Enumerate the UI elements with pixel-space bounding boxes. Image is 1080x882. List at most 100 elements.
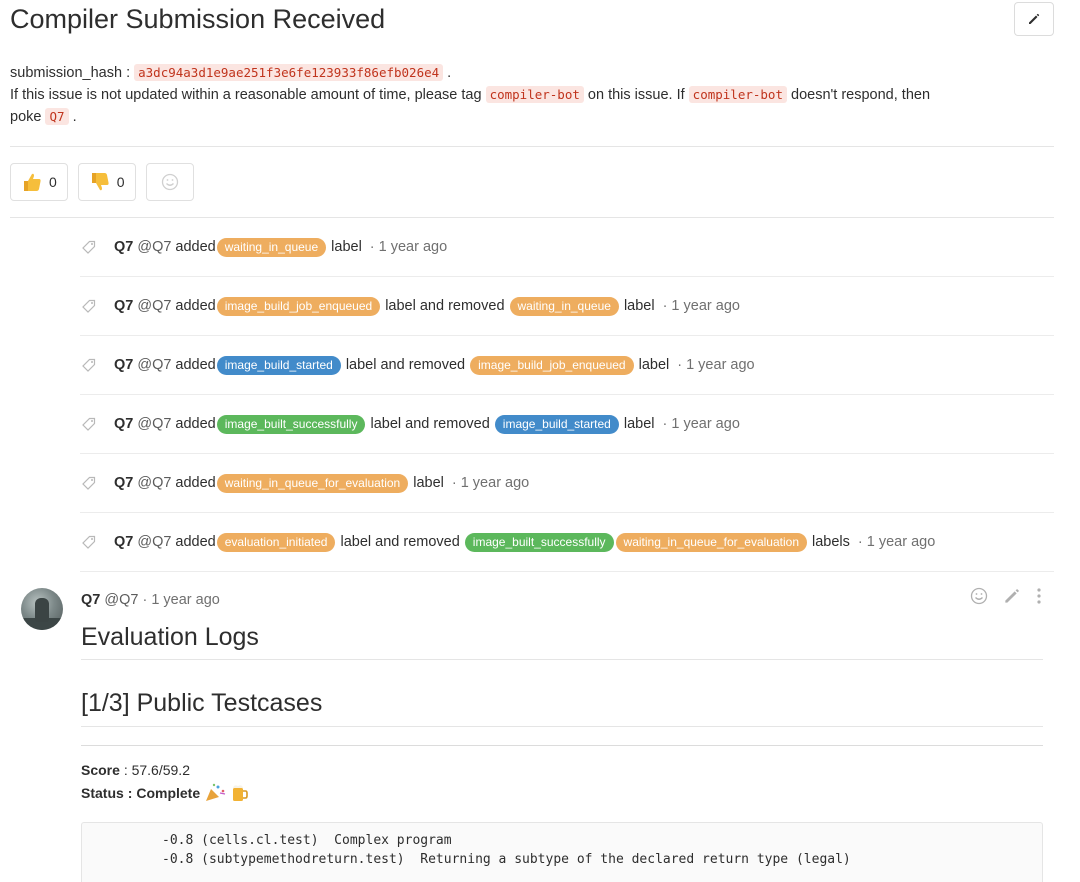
issue-title: Compiler Submission Received xyxy=(10,4,386,34)
note-suffix: labels xyxy=(812,534,850,550)
label-badge[interactable]: image_built_successfully xyxy=(464,532,614,552)
tag-icon xyxy=(82,476,96,490)
label-badge[interactable]: image_build_job_enqueued xyxy=(216,296,381,316)
divider xyxy=(81,659,1043,660)
note-author[interactable]: Q7 xyxy=(114,239,133,255)
thumbs-up-award[interactable]: 0 xyxy=(10,163,68,201)
status-label: Status xyxy=(81,785,124,801)
note-author[interactable]: Q7 xyxy=(114,357,133,373)
note-verb: added xyxy=(175,239,216,255)
note-time: · 1 year ago xyxy=(677,357,755,373)
description-text: on this issue. If xyxy=(587,87,685,103)
note-handle[interactable]: @Q7 xyxy=(137,475,171,491)
label-badge[interactable]: image_build_job_enqueued xyxy=(470,355,634,375)
score-label: Score xyxy=(81,762,120,778)
status-value: : Complete xyxy=(127,785,201,801)
award-bar: 0 0 xyxy=(10,163,194,201)
edit-comment-icon[interactable] xyxy=(1004,588,1020,608)
note-author[interactable]: Q7 xyxy=(114,416,133,432)
label-badge[interactable]: image_build_started xyxy=(494,414,619,434)
note-verb: added xyxy=(175,298,216,314)
note-text: label and removed xyxy=(385,298,505,314)
label-badge[interactable]: image_build_started xyxy=(216,355,341,375)
note-handle[interactable]: @Q7 xyxy=(137,239,171,255)
comment-heading: Evaluation Logs xyxy=(81,623,259,651)
description-text: If this issue is not updated within a re… xyxy=(10,87,482,103)
description-text: poke xyxy=(10,109,42,125)
note-time: · 1 year ago xyxy=(857,534,936,550)
comment-subheading: [1/3] Public Testcases xyxy=(81,689,323,717)
label-badge[interactable]: evaluation_initiated xyxy=(216,532,336,552)
note-suffix: label xyxy=(413,475,444,491)
thumbs-up-count: 0 xyxy=(49,174,57,190)
note-time: · 1 year ago xyxy=(369,239,448,255)
note-verb: added xyxy=(175,475,216,491)
note-handle[interactable]: @Q7 xyxy=(137,298,171,314)
bot-tag: compiler-bot xyxy=(485,86,584,103)
thumbs-down-count: 0 xyxy=(116,174,125,190)
add-reaction-icon[interactable] xyxy=(970,587,988,609)
label-badge[interactable]: image_built_successfully xyxy=(216,414,366,434)
system-note: Q7 @Q7 added image_build_started label and … xyxy=(80,336,1054,395)
comment-handle[interactable]: @Q7 xyxy=(104,592,138,608)
thumbs-down-award[interactable]: 0 xyxy=(77,163,136,201)
note-verb: added xyxy=(175,357,216,373)
note-suffix: label xyxy=(623,416,655,432)
log-output: -0.8 (cells.cl.test) Complex program -0.8… xyxy=(81,822,1043,882)
note-suffix: label xyxy=(638,357,670,373)
score-value: : 57.6/59.2 xyxy=(123,762,190,778)
system-note: Q7 @Q7 added image_build_job_enqueued label… xyxy=(80,277,1054,336)
smiley-icon xyxy=(161,173,178,191)
score-line: Score : 57.6/59.2 xyxy=(81,760,190,780)
bot-tag: compiler-bot xyxy=(688,86,787,103)
label-badge[interactable]: waiting_in_queue xyxy=(216,237,327,257)
issue-description: submission_hash : a3dc94a3d1e9ae251f3e6f… xyxy=(10,64,931,125)
add-reaction-button[interactable] xyxy=(145,163,194,201)
tag-icon xyxy=(82,535,96,549)
beer-mug-icon xyxy=(233,785,248,801)
more-actions-icon[interactable] xyxy=(1036,587,1042,609)
note-verb: added xyxy=(175,416,216,432)
divider xyxy=(10,146,1054,147)
note-author[interactable]: Q7 xyxy=(114,534,133,550)
note-handle[interactable]: @Q7 xyxy=(137,357,171,373)
status-line: Status : Complete xyxy=(81,783,248,803)
comment-actions xyxy=(970,587,1042,609)
description-text: doesn't respond, then xyxy=(791,87,931,103)
pencil-icon xyxy=(1029,13,1040,24)
tag-icon xyxy=(82,417,96,431)
label-badge[interactable]: waiting_in_queue_for_evaluation xyxy=(615,532,808,552)
hash-value: a3dc94a3d1e9ae251f3e6fe123933f86efb026e4 xyxy=(134,64,444,81)
note-time: · 1 year ago xyxy=(662,416,740,432)
note-time: · 1 year ago xyxy=(662,298,740,314)
comment-header: Q7 @Q7 · 1 year ago xyxy=(81,592,220,608)
label-badge[interactable]: waiting_in_queue_for_evaluation xyxy=(216,473,409,493)
note-handle[interactable]: @Q7 xyxy=(137,416,171,432)
system-note: Q7 @Q7 added waiting_in_queue_for_evaluati… xyxy=(80,454,1054,513)
note-suffix: label xyxy=(331,239,362,255)
party-popper-icon xyxy=(206,783,226,801)
comment-time: · 1 year ago xyxy=(142,592,220,608)
note-handle[interactable]: @Q7 xyxy=(137,534,171,550)
thumbs-up-icon xyxy=(24,173,41,191)
note-time: · 1 year ago xyxy=(451,475,530,491)
system-note: Q7 @Q7 added waiting_in_queue label · 1 year… xyxy=(80,218,1054,277)
edit-button[interactable] xyxy=(1014,2,1054,36)
kebab-icon xyxy=(1037,588,1041,604)
note-text: label and removed xyxy=(370,416,490,432)
note-author[interactable]: Q7 xyxy=(114,298,133,314)
note-verb: added xyxy=(175,534,216,550)
tag-icon xyxy=(82,358,96,372)
hash-label: submission_hash : xyxy=(10,65,131,81)
note-text: label and removed xyxy=(345,357,466,373)
label-badge[interactable]: waiting_in_queue xyxy=(509,296,619,316)
system-note: Q7 @Q7 added evaluation_initiated label and… xyxy=(80,513,1054,572)
avatar[interactable] xyxy=(21,588,63,630)
note-author[interactable]: Q7 xyxy=(114,475,133,491)
system-note: Q7 @Q7 added image_built_successfully label… xyxy=(80,395,1054,454)
pencil-icon xyxy=(1005,589,1019,603)
comment-author[interactable]: Q7 xyxy=(81,592,100,608)
thumbs-down-icon xyxy=(91,173,109,191)
note-text: label and removed xyxy=(340,534,460,550)
tag-icon xyxy=(82,240,96,254)
